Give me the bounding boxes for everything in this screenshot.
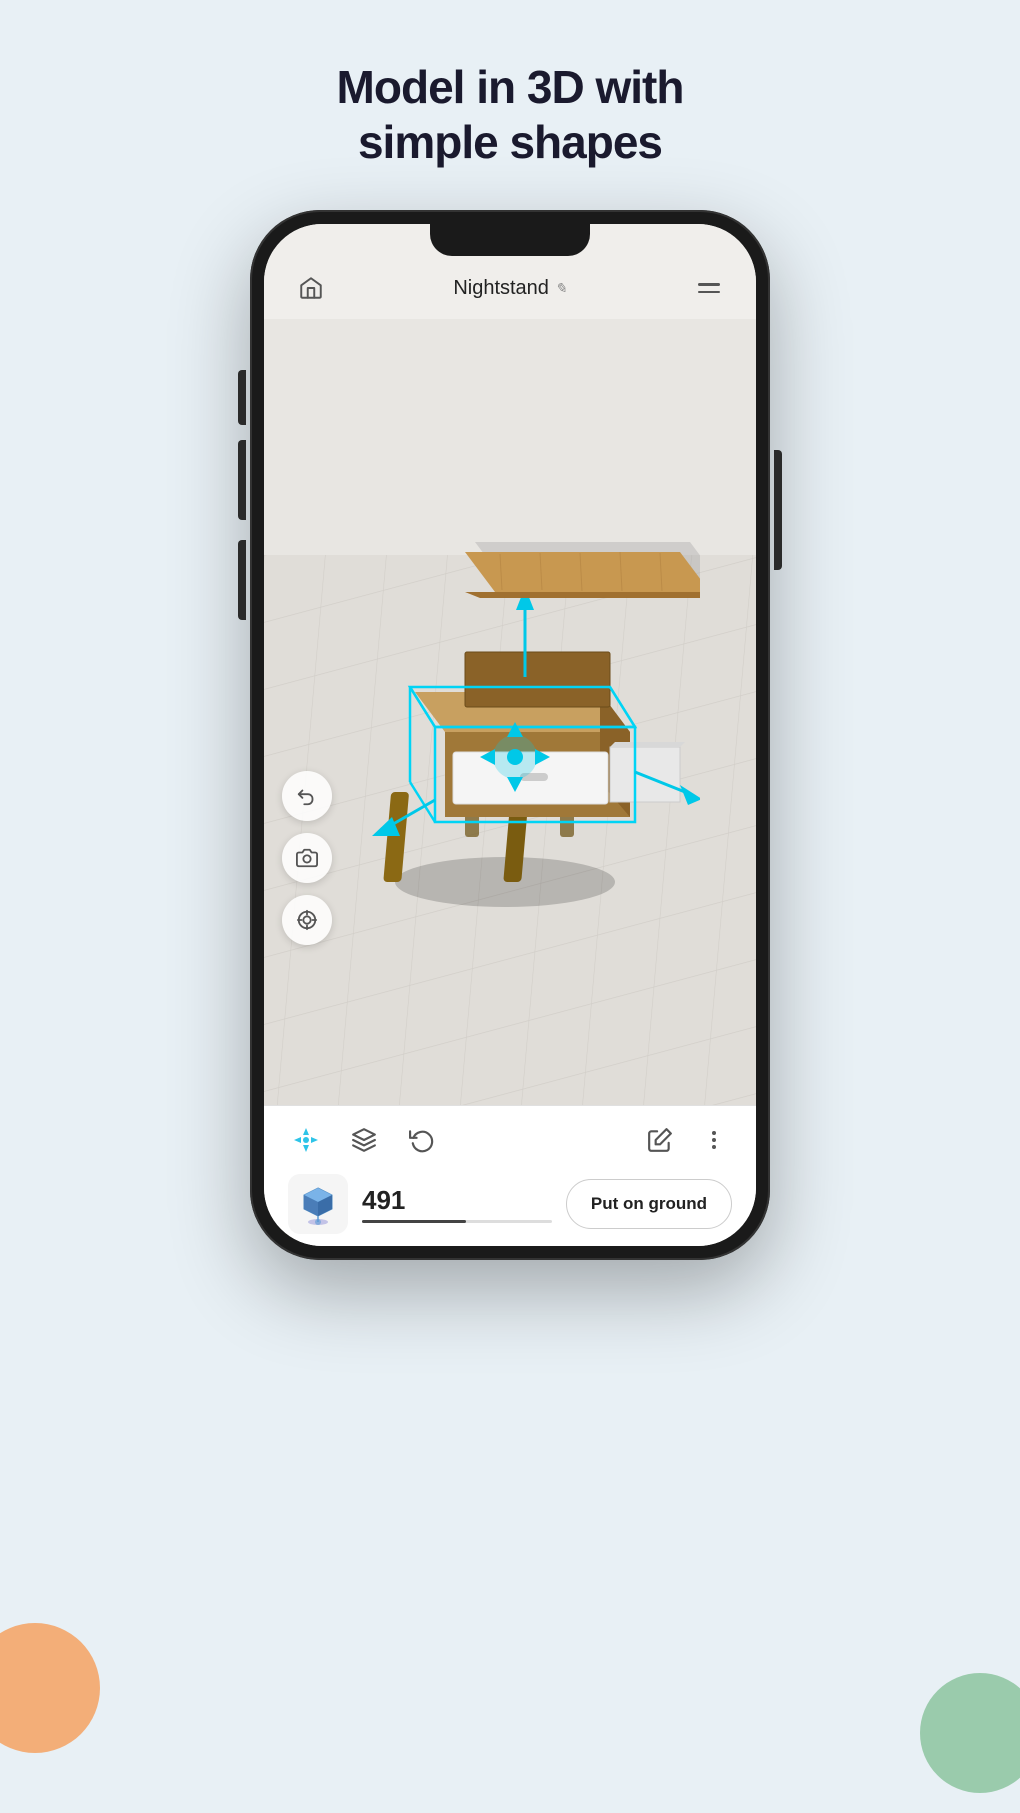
put-on-ground-button[interactable]: Put on ground [566,1179,732,1229]
phone-frame: Nightstand ✎ [250,210,770,1260]
phone-side-button-power [774,450,782,570]
decorative-blob-green [920,1673,1020,1793]
phone-notch [430,224,590,256]
page-title: Model in 3D with simple shapes [0,0,1020,200]
furniture-scene [264,319,756,1105]
object-preview-icon [288,1174,348,1234]
toolbar-left-icons [288,1122,440,1158]
value-number: 491 [362,1185,552,1216]
3d-viewport[interactable] [264,319,756,1105]
home-button[interactable] [292,269,330,307]
decorative-blob-orange [0,1623,100,1753]
undo-view-button[interactable] [282,771,332,821]
phone-side-button-silent [238,370,246,425]
more-options-button[interactable] [696,1122,732,1158]
layers-tool[interactable] [346,1122,382,1158]
toolbar-right-icons [642,1122,732,1158]
undo-tool[interactable] [404,1122,440,1158]
paint-tool[interactable] [642,1122,678,1158]
phone-mockup: Nightstand ✎ [0,210,1020,1260]
value-display: 491 [362,1185,552,1223]
value-progress-fill [362,1220,466,1223]
object-thumbnail [296,1182,340,1226]
phone-screen: Nightstand ✎ [264,224,756,1246]
left-toolbar [282,771,332,945]
target-button[interactable] [282,895,332,945]
menu-line-2 [698,291,720,294]
bottom-toolbar: 491 Put on ground [264,1105,756,1246]
phone-side-button-vol-up [238,440,246,520]
nightstand-3d [320,462,700,962]
toolbar-icon-row [288,1122,732,1158]
toolbar-bottom-row: 491 Put on ground [288,1174,732,1234]
app-title: Nightstand ✎ [453,277,566,300]
menu-line-1 [698,283,720,286]
value-progress-bar [362,1220,552,1223]
menu-button[interactable] [690,269,728,307]
edit-icon[interactable]: ✎ [555,280,567,297]
phone-side-button-vol-down [238,540,246,620]
camera-button[interactable] [282,833,332,883]
select-move-tool[interactable] [288,1122,324,1158]
